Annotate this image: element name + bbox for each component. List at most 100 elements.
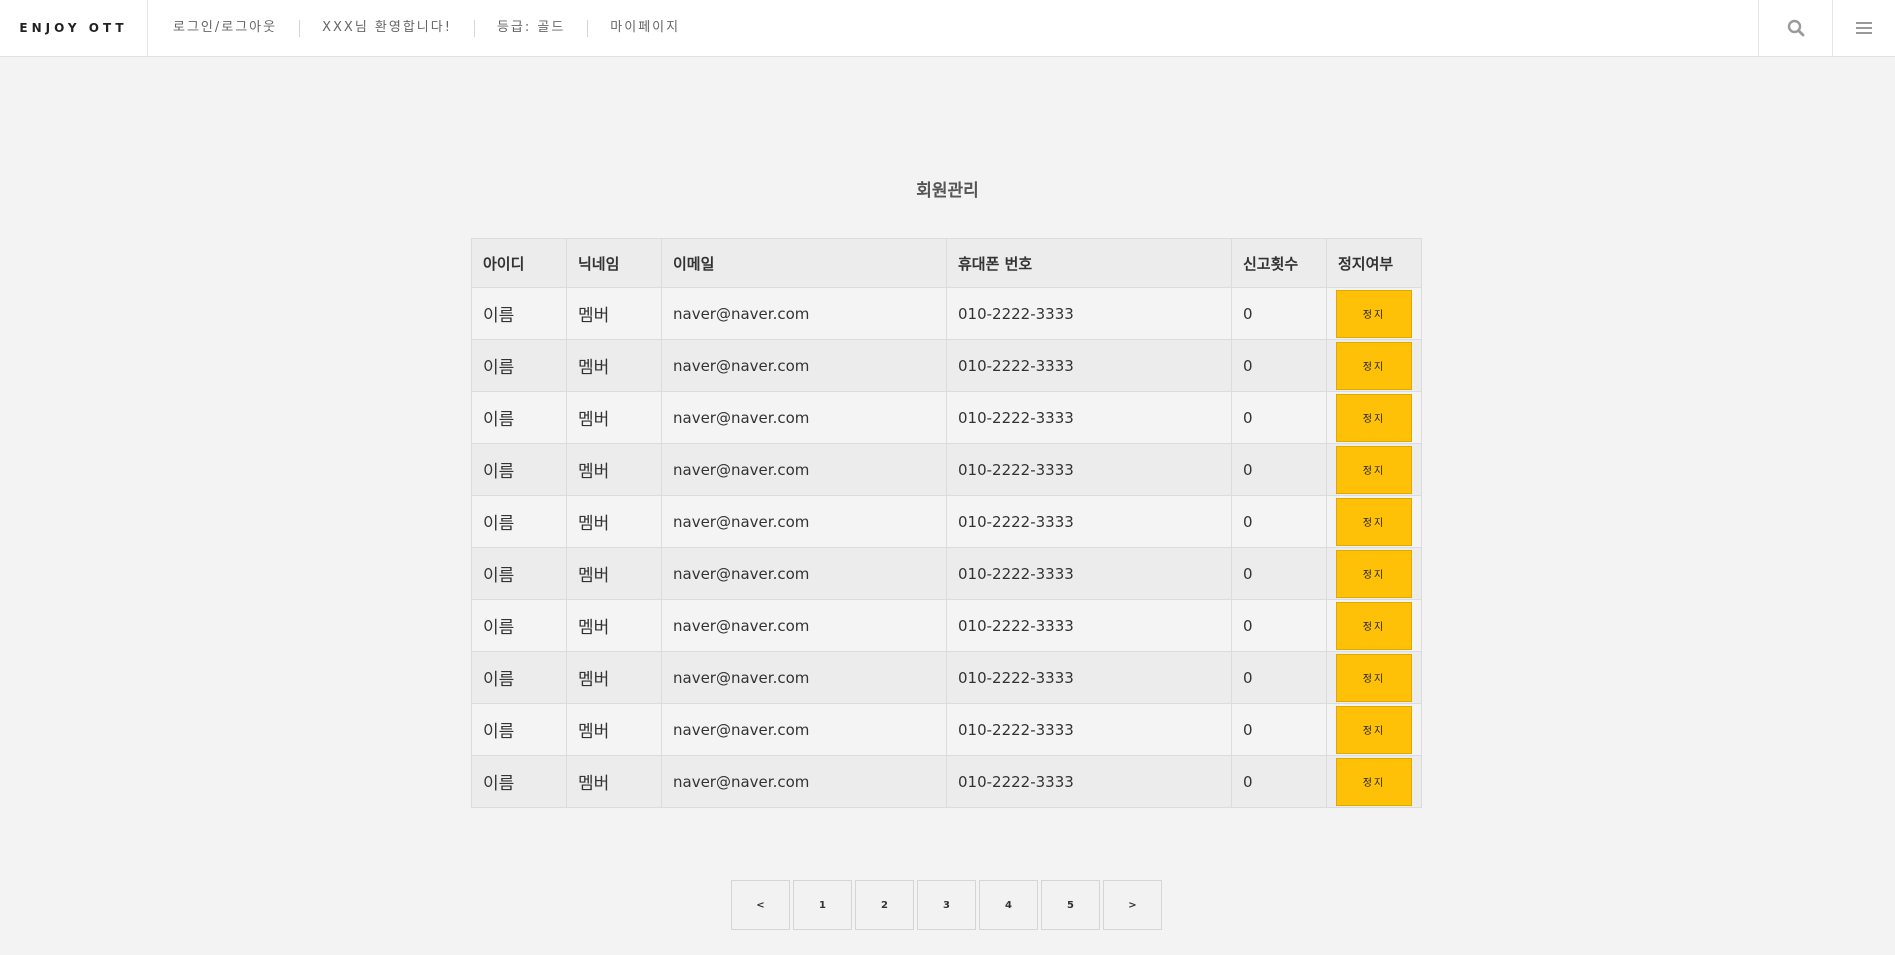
column-header-nickname: 닉네임: [566, 238, 662, 288]
table-header: 아이디 닉네임 이메일 휴대폰 번호 신고횟수 정지여부: [471, 238, 1422, 288]
member-nickname-cell: 멤버: [566, 443, 662, 496]
member-report-count-cell: 0: [1231, 443, 1327, 496]
member-id-cell: 이름: [471, 599, 567, 652]
member-nickname-cell: 멤버: [566, 703, 662, 756]
member-nickname-cell: 멤버: [566, 339, 662, 392]
page-button-3[interactable]: 3: [917, 880, 976, 930]
suspend-button[interactable]: 정지: [1336, 601, 1412, 650]
member-id-cell: 이름: [471, 755, 567, 808]
page-button-2[interactable]: 2: [855, 880, 914, 930]
member-id-cell: 이름: [471, 339, 567, 392]
member-report-count-cell: 0: [1231, 339, 1327, 392]
pagination: < 1 2 3 4 5 >: [731, 880, 1162, 930]
suspend-button[interactable]: 정지: [1336, 289, 1412, 338]
member-phone-cell: 010-2222-3333: [946, 391, 1232, 444]
member-report-count-cell: 0: [1231, 391, 1327, 444]
member-email-cell: naver@naver.com: [661, 495, 947, 548]
member-report-count-cell: 0: [1231, 755, 1327, 808]
member-phone-cell: 010-2222-3333: [946, 651, 1232, 704]
header-nav: 로그인/로그아웃 XXX님 환영합니다! 등급: 골드 마이페이지: [148, 0, 702, 56]
member-email-cell: naver@naver.com: [661, 547, 947, 600]
member-phone-cell: 010-2222-3333: [946, 547, 1232, 600]
table-row: 이름 멤버 naver@naver.com 010-2222-3333 0 정지: [471, 755, 1422, 808]
column-header-suspension: 정지여부: [1326, 238, 1422, 288]
table-row: 이름 멤버 naver@naver.com 010-2222-3333 0 정지: [471, 547, 1422, 600]
suspend-button[interactable]: 정지: [1336, 393, 1412, 442]
column-header-reports: 신고횟수: [1231, 238, 1327, 288]
member-id-cell: 이름: [471, 287, 567, 340]
member-email-cell: naver@naver.com: [661, 287, 947, 340]
member-nickname-cell: 멤버: [566, 651, 662, 704]
table-row: 이름 멤버 naver@naver.com 010-2222-3333 0 정지: [471, 443, 1422, 496]
table-header-row: 아이디 닉네임 이메일 휴대폰 번호 신고횟수 정지여부: [471, 238, 1422, 288]
member-email-cell: naver@naver.com: [661, 651, 947, 704]
member-report-count-cell: 0: [1231, 495, 1327, 548]
member-suspend-cell: 정지: [1326, 391, 1422, 444]
table-row: 이름 멤버 naver@naver.com 010-2222-3333 0 정지: [471, 339, 1422, 392]
member-suspend-cell: 정지: [1326, 599, 1422, 652]
member-id-cell: 이름: [471, 391, 567, 444]
member-report-count-cell: 0: [1231, 287, 1327, 340]
member-phone-cell: 010-2222-3333: [946, 755, 1232, 808]
page-button-1[interactable]: 1: [793, 880, 852, 930]
member-suspend-cell: 정지: [1326, 443, 1422, 496]
page-next-button[interactable]: >: [1103, 880, 1162, 930]
member-phone-cell: 010-2222-3333: [946, 287, 1232, 340]
member-report-count-cell: 0: [1231, 599, 1327, 652]
brand-text[interactable]: ENJOY OTT: [19, 21, 127, 35]
menu-button[interactable]: [1832, 0, 1895, 56]
nav-welcome-message: XXX님 환영합니다!: [322, 20, 452, 35]
nav-mypage[interactable]: 마이페이지: [588, 20, 702, 36]
member-suspend-cell: 정지: [1326, 495, 1422, 548]
page-button-5[interactable]: 5: [1041, 880, 1100, 930]
hamburger-menu-icon: [1856, 22, 1872, 34]
brand-logo[interactable]: ENJOY OTT: [0, 0, 148, 56]
member-suspend-cell: 정지: [1326, 703, 1422, 756]
member-nickname-cell: 멤버: [566, 599, 662, 652]
suspend-button[interactable]: 정지: [1336, 341, 1412, 390]
suspend-button[interactable]: 정지: [1336, 757, 1412, 806]
suspend-button[interactable]: 정지: [1336, 705, 1412, 754]
member-phone-cell: 010-2222-3333: [946, 599, 1232, 652]
page-prev-button[interactable]: <: [731, 880, 790, 930]
member-table: 아이디 닉네임 이메일 휴대폰 번호 신고횟수 정지여부 이름 멤버 naver@n…: [471, 238, 1422, 808]
suspend-button[interactable]: 정지: [1336, 445, 1412, 494]
member-nickname-cell: 멤버: [566, 755, 662, 808]
member-email-cell: naver@naver.com: [661, 703, 947, 756]
column-header-email: 이메일: [661, 238, 947, 288]
member-email-cell: naver@naver.com: [661, 443, 947, 496]
member-nickname-cell: 멤버: [566, 287, 662, 340]
member-email-cell: naver@naver.com: [661, 599, 947, 652]
page-title: 회원관리: [916, 181, 979, 201]
nav-grade: 등급: 골드: [496, 20, 566, 35]
table-row: 이름 멤버 naver@naver.com 010-2222-3333 0 정지: [471, 599, 1422, 652]
member-report-count-cell: 0: [1231, 547, 1327, 600]
table-row: 이름 멤버 naver@naver.com 010-2222-3333 0 정지: [471, 651, 1422, 704]
member-id-cell: 이름: [471, 547, 567, 600]
member-phone-cell: 010-2222-3333: [946, 495, 1232, 548]
suspend-button[interactable]: 정지: [1336, 549, 1412, 598]
member-phone-cell: 010-2222-3333: [946, 339, 1232, 392]
member-report-count-cell: 0: [1231, 703, 1327, 756]
member-id-cell: 이름: [471, 651, 567, 704]
member-email-cell: naver@naver.com: [661, 391, 947, 444]
member-report-count-cell: 0: [1231, 651, 1327, 704]
page-button-4[interactable]: 4: [979, 880, 1038, 930]
member-nickname-cell: 멤버: [566, 391, 662, 444]
member-id-cell: 이름: [471, 443, 567, 496]
search-button[interactable]: [1758, 0, 1832, 56]
nav-login-logout[interactable]: 로그인/로그아웃: [148, 20, 299, 36]
member-email-cell: naver@naver.com: [661, 755, 947, 808]
suspend-button[interactable]: 정지: [1336, 653, 1412, 702]
column-header-id: 아이디: [471, 238, 567, 288]
top-navigation-bar: ENJOY OTT 로그인/로그아웃 XXX님 환영합니다! 등급: 골드 마이…: [0, 0, 1895, 57]
table-body: 이름 멤버 naver@naver.com 010-2222-3333 0 정지 이름 멤버 n…: [471, 287, 1422, 808]
member-nickname-cell: 멤버: [566, 547, 662, 600]
member-nickname-cell: 멤버: [566, 495, 662, 548]
member-phone-cell: 010-2222-3333: [946, 443, 1232, 496]
table-row: 이름 멤버 naver@naver.com 010-2222-3333 0 정지: [471, 495, 1422, 548]
table-row: 이름 멤버 naver@naver.com 010-2222-3333 0 정지: [471, 287, 1422, 340]
member-suspend-cell: 정지: [1326, 651, 1422, 704]
suspend-button[interactable]: 정지: [1336, 497, 1412, 546]
member-id-cell: 이름: [471, 495, 567, 548]
